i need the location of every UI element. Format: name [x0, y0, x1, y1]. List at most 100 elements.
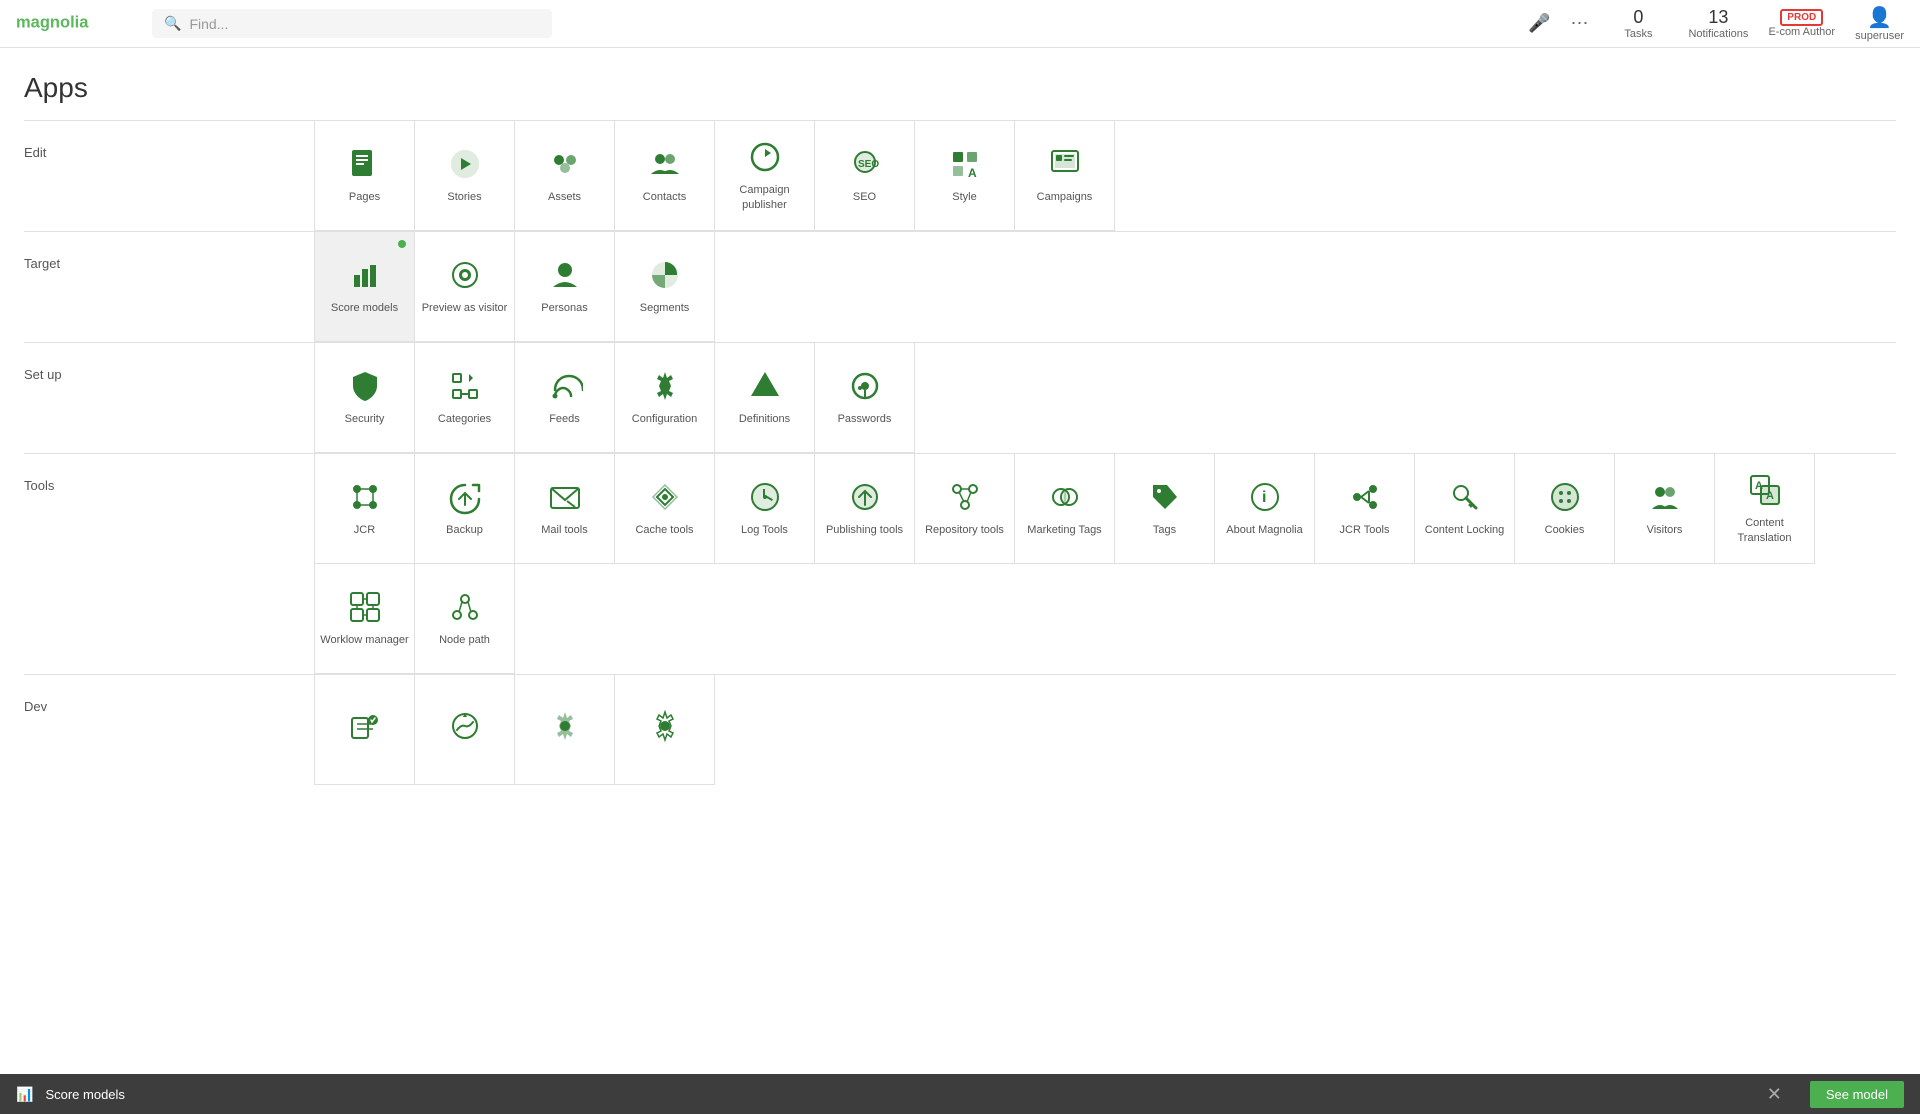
app-categories[interactable]: Categories [415, 343, 515, 453]
bottom-bar-label: Score models [45, 1087, 124, 1102]
app-score-models[interactable]: Score models [315, 232, 415, 342]
app-backup[interactable]: Backup [415, 454, 515, 564]
app-personas[interactable]: Personas [515, 232, 615, 342]
bottom-bar-close[interactable]: ✕ [1767, 1084, 1782, 1105]
cache-tools-icon [647, 479, 683, 515]
security-label: Security [341, 412, 389, 426]
configuration-label: Configuration [628, 412, 701, 426]
mail-tools-icon [547, 479, 583, 515]
pages-label: Pages [345, 190, 384, 204]
workflow-manager-label: Worklow manager [316, 633, 412, 647]
env-badge: PROD [1780, 9, 1823, 26]
style-icon: A [947, 146, 983, 182]
repository-tools-label: Repository tools [921, 523, 1008, 537]
notifications-section[interactable]: 13 Notifications [1688, 7, 1748, 40]
user-section[interactable]: 👤 superuser [1855, 5, 1904, 42]
preview-as-visitor-label: Preview as visitor [418, 301, 512, 315]
app-security[interactable]: Security [315, 343, 415, 453]
section-tools: Tools JCR Backup Mail tools [24, 453, 1896, 674]
dev4-icon [647, 708, 683, 744]
app-dev1[interactable] [315, 675, 415, 785]
app-log-tools[interactable]: Log Tools [715, 454, 815, 564]
app-definitions[interactable]: Definitions [715, 343, 815, 453]
app-style[interactable]: A Style [915, 121, 1015, 231]
env-section[interactable]: PROD E-com Author [1768, 9, 1835, 38]
app-workflow-manager[interactable]: Worklow manager [315, 564, 415, 674]
app-campaigns[interactable]: Campaigns [1015, 121, 1115, 231]
app-visitors[interactable]: Visitors [1615, 454, 1715, 564]
app-publishing-tools[interactable]: Publishing tools [815, 454, 915, 564]
dev3-icon [547, 708, 583, 744]
cookies-label: Cookies [1541, 523, 1589, 537]
assets-label: Assets [544, 190, 585, 204]
tasks-count: 0 [1633, 7, 1643, 28]
logo[interactable]: magnolia [16, 7, 136, 40]
about-magnolia-icon: i [1247, 479, 1283, 515]
main-content: Apps Edit Pages Stories Assets [0, 48, 1920, 1074]
app-passwords[interactable]: Passwords [815, 343, 915, 453]
app-stories[interactable]: Stories [415, 121, 515, 231]
section-dev: Dev [24, 674, 1896, 785]
app-tags[interactable]: Tags [1115, 454, 1215, 564]
app-contacts[interactable]: Contacts [615, 121, 715, 231]
preview-as-visitor-icon [447, 257, 483, 293]
content-locking-icon [1447, 479, 1483, 515]
section-label-target: Target [24, 232, 314, 342]
feeds-icon [547, 368, 583, 404]
stories-label: Stories [443, 190, 485, 204]
node-path-label: Node path [435, 633, 494, 647]
seo-icon: SEO [847, 146, 883, 182]
notifications-label: Notifications [1688, 28, 1748, 40]
app-dev3[interactable] [515, 675, 615, 785]
app-jcr-tools[interactable]: JCR Tools [1315, 454, 1415, 564]
search-bar[interactable]: 🔍 Find... [152, 9, 552, 38]
cookies-icon [1547, 479, 1583, 515]
app-content-translation[interactable]: AA Content Translation [1715, 454, 1815, 564]
app-jcr[interactable]: JCR [315, 454, 415, 564]
app-segments[interactable]: Segments [615, 232, 715, 342]
pages-icon [347, 146, 383, 182]
dev1-icon [347, 708, 383, 744]
app-pages[interactable]: Pages [315, 121, 415, 231]
bottom-bar: 📊 Score models ✕ See model [0, 1074, 1920, 1114]
section-edit: Edit Pages Stories Assets [24, 120, 1896, 231]
jcr-tools-icon [1347, 479, 1383, 515]
env-label: E-com Author [1768, 26, 1835, 38]
mail-tools-label: Mail tools [537, 523, 591, 537]
publishing-tools-label: Publishing tools [822, 523, 907, 537]
section-setup: Set up Security Categories Feeds [24, 342, 1896, 453]
app-cookies[interactable]: Cookies [1515, 454, 1615, 564]
grid-icon[interactable]: ⋯ [1570, 13, 1588, 34]
app-preview-as-visitor[interactable]: Preview as visitor [415, 232, 515, 342]
tasks-section[interactable]: 0 Tasks [1608, 7, 1668, 40]
categories-icon [447, 368, 483, 404]
score-models-label: Score models [327, 301, 402, 315]
app-node-path[interactable]: Node path [415, 564, 515, 674]
app-feeds[interactable]: Feeds [515, 343, 615, 453]
user-icon: 👤 [1867, 5, 1892, 30]
section-label-setup: Set up [24, 343, 314, 453]
about-magnolia-label: About Magnolia [1222, 523, 1306, 537]
mic-icon[interactable]: 🎤 [1528, 13, 1550, 34]
campaign-publisher-label: Campaign publisher [715, 183, 814, 212]
app-content-locking[interactable]: Content Locking [1415, 454, 1515, 564]
app-seo[interactable]: SEO SEO [815, 121, 915, 231]
app-repository-tools[interactable]: Repository tools [915, 454, 1015, 564]
app-dev4[interactable] [615, 675, 715, 785]
app-configuration[interactable]: Configuration [615, 343, 715, 453]
apps-grid-setup: Security Categories Feeds Configuration [314, 343, 1896, 453]
node-path-icon [447, 589, 483, 625]
app-mail-tools[interactable]: Mail tools [515, 454, 615, 564]
section-label-dev: Dev [24, 675, 314, 785]
workflow-manager-icon [347, 589, 383, 625]
app-assets[interactable]: Assets [515, 121, 615, 231]
app-campaign-publisher[interactable]: Campaign publisher [715, 121, 815, 231]
bottom-bar-action[interactable]: See model [1810, 1081, 1904, 1108]
configuration-icon [647, 368, 683, 404]
app-cache-tools[interactable]: Cache tools [615, 454, 715, 564]
search-icon: 🔍 [164, 15, 181, 32]
app-marketing-tags[interactable]: Marketing Tags [1015, 454, 1115, 564]
app-about-magnolia[interactable]: i About Magnolia [1215, 454, 1315, 564]
app-dev2[interactable] [415, 675, 515, 785]
assets-icon [547, 146, 583, 182]
